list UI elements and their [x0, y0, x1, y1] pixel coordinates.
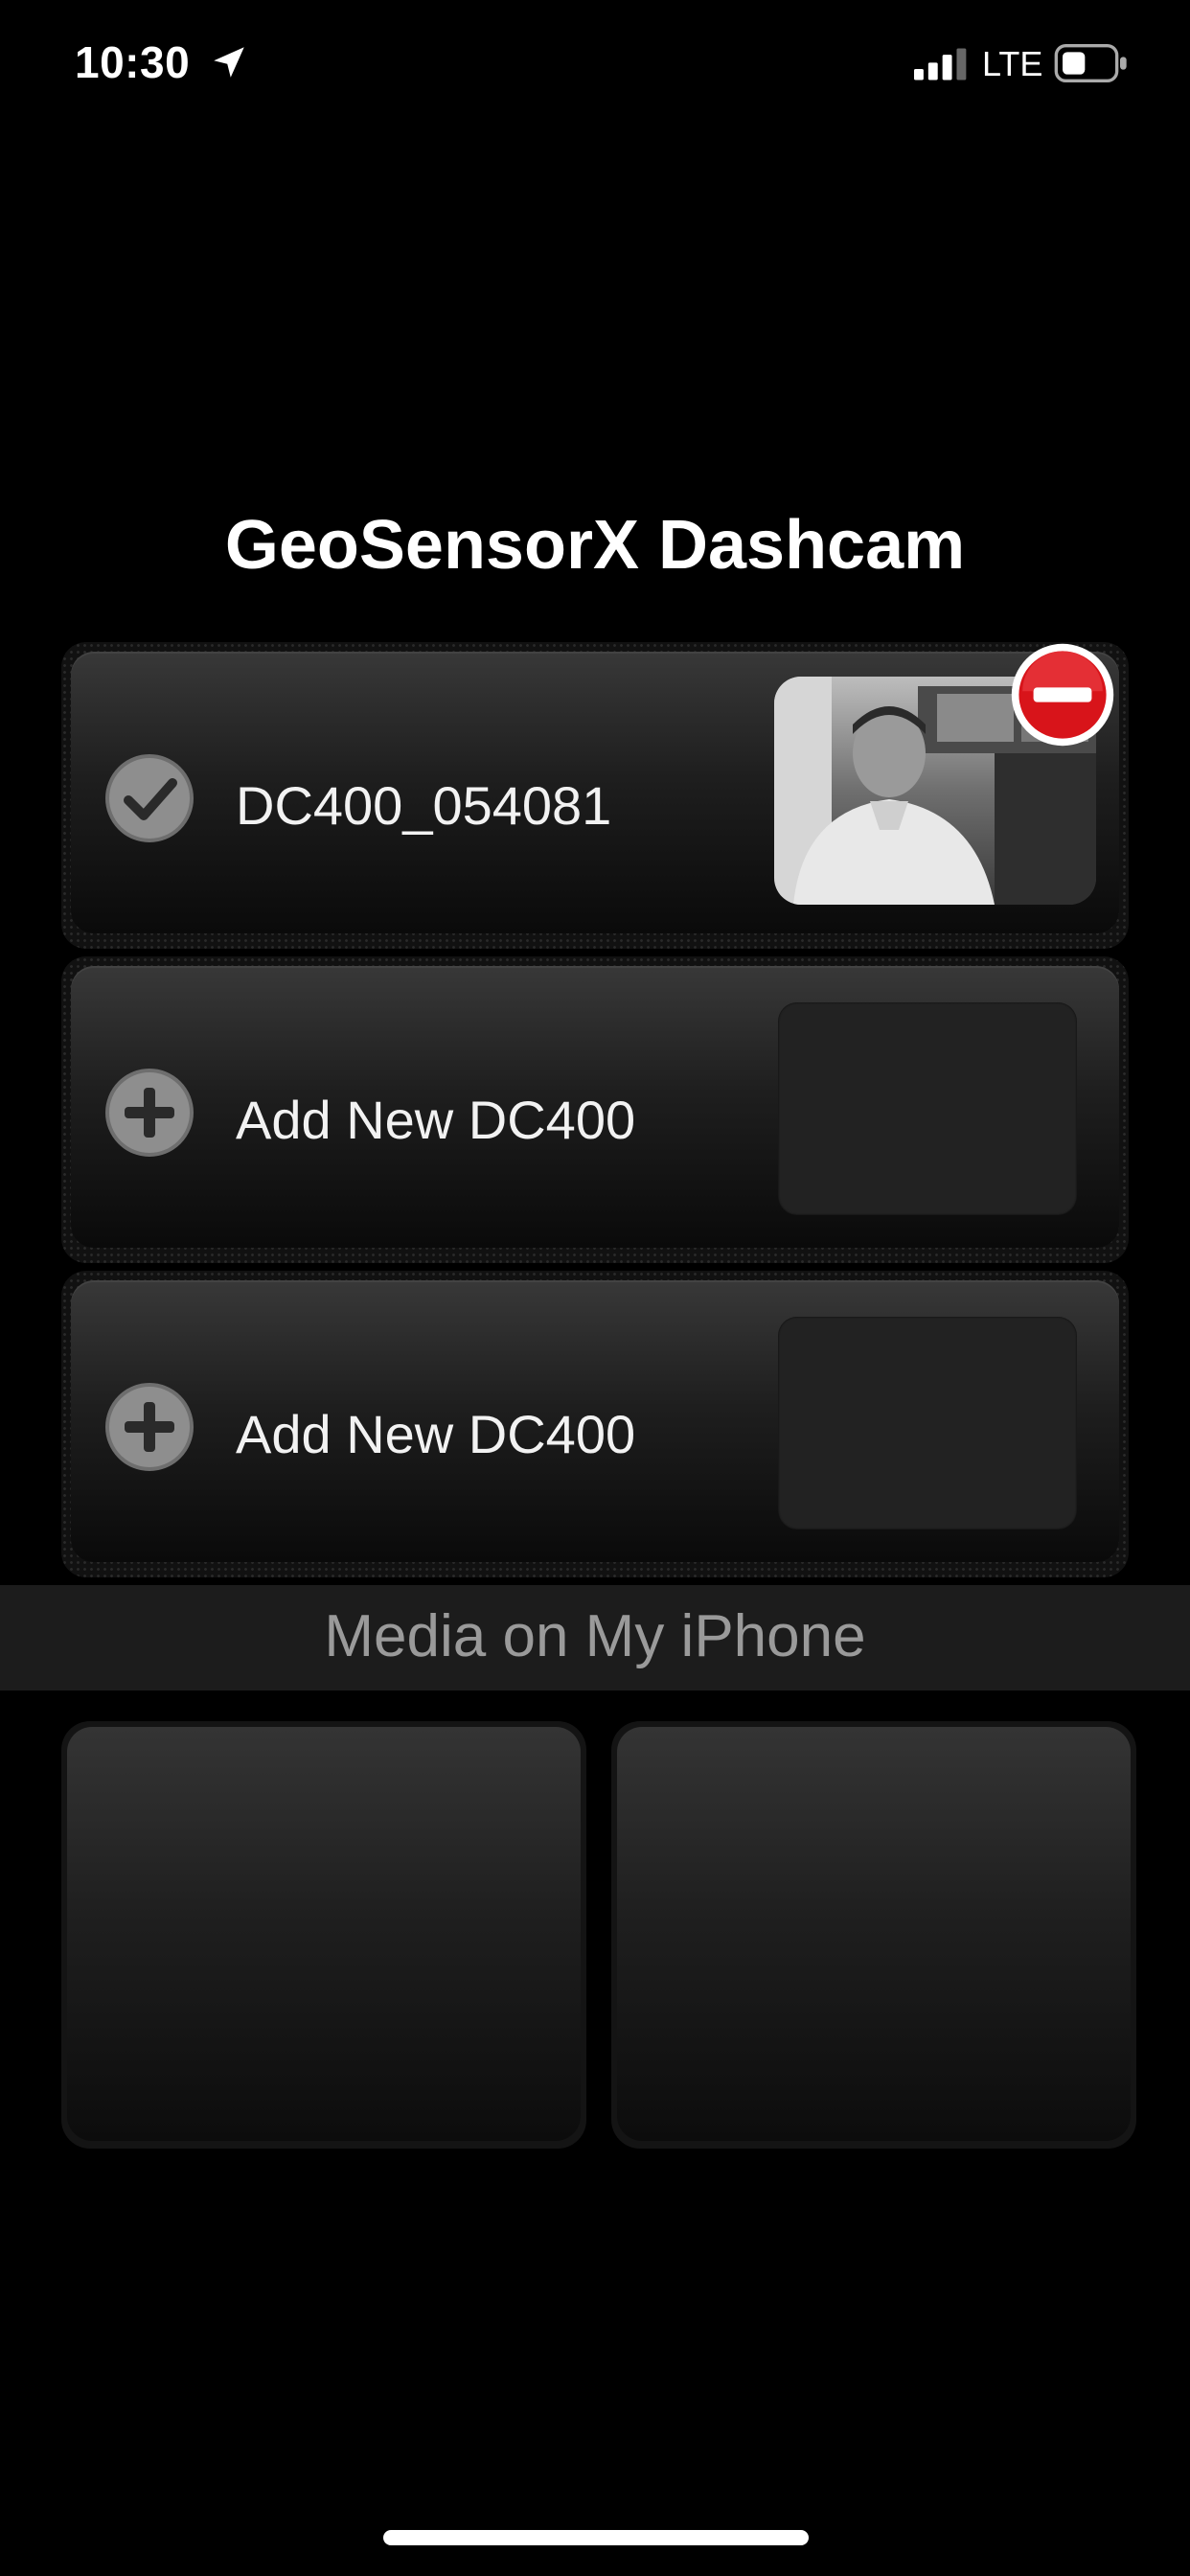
home-indicator[interactable] [383, 2530, 809, 2545]
cellular-signal-icon [914, 48, 967, 80]
device-slot-connected[interactable]: DC400_054081 [61, 642, 1129, 949]
plus-circle-icon [105, 1069, 194, 1157]
app-title: GeoSensorX Dashcam [224, 507, 966, 584]
add-device-slot[interactable]: Add New DC400 [61, 956, 1129, 1263]
add-device-label: Add New DC400 [236, 1090, 636, 1150]
media-tile-surface[interactable] [67, 1727, 581, 2141]
add-device-label: Add New DC400 [236, 1404, 636, 1464]
device-card[interactable]: DC400_054081 [71, 652, 1119, 933]
checkmark-circle-icon [105, 754, 194, 842]
media-section-header: Media on My iPhone [0, 1585, 1190, 1690]
status-bar: 10:30 LTE [0, 0, 1190, 130]
add-device-card[interactable]: Add New DC400 [71, 966, 1119, 1248]
battery-icon [1054, 44, 1127, 82]
media-section-title: Media on My iPhone [324, 1603, 866, 1669]
remove-device-icon[interactable] [1008, 640, 1117, 749]
device-name-label: DC400_054081 [236, 775, 612, 836]
plus-circle-icon [105, 1383, 194, 1471]
add-device-slot[interactable]: Add New DC400 [61, 1271, 1129, 1577]
status-time: 10:30 [75, 37, 191, 87]
media-tile-left[interactable] [61, 1721, 586, 2149]
location-arrow-icon [214, 47, 244, 78]
empty-thumbnail [778, 1002, 1077, 1215]
media-tile-surface[interactable] [617, 1727, 1131, 2141]
add-device-card[interactable]: Add New DC400 [71, 1280, 1119, 1562]
media-tile-right[interactable] [611, 1721, 1136, 2149]
network-type: LTE [982, 44, 1043, 83]
empty-thumbnail [778, 1317, 1077, 1530]
